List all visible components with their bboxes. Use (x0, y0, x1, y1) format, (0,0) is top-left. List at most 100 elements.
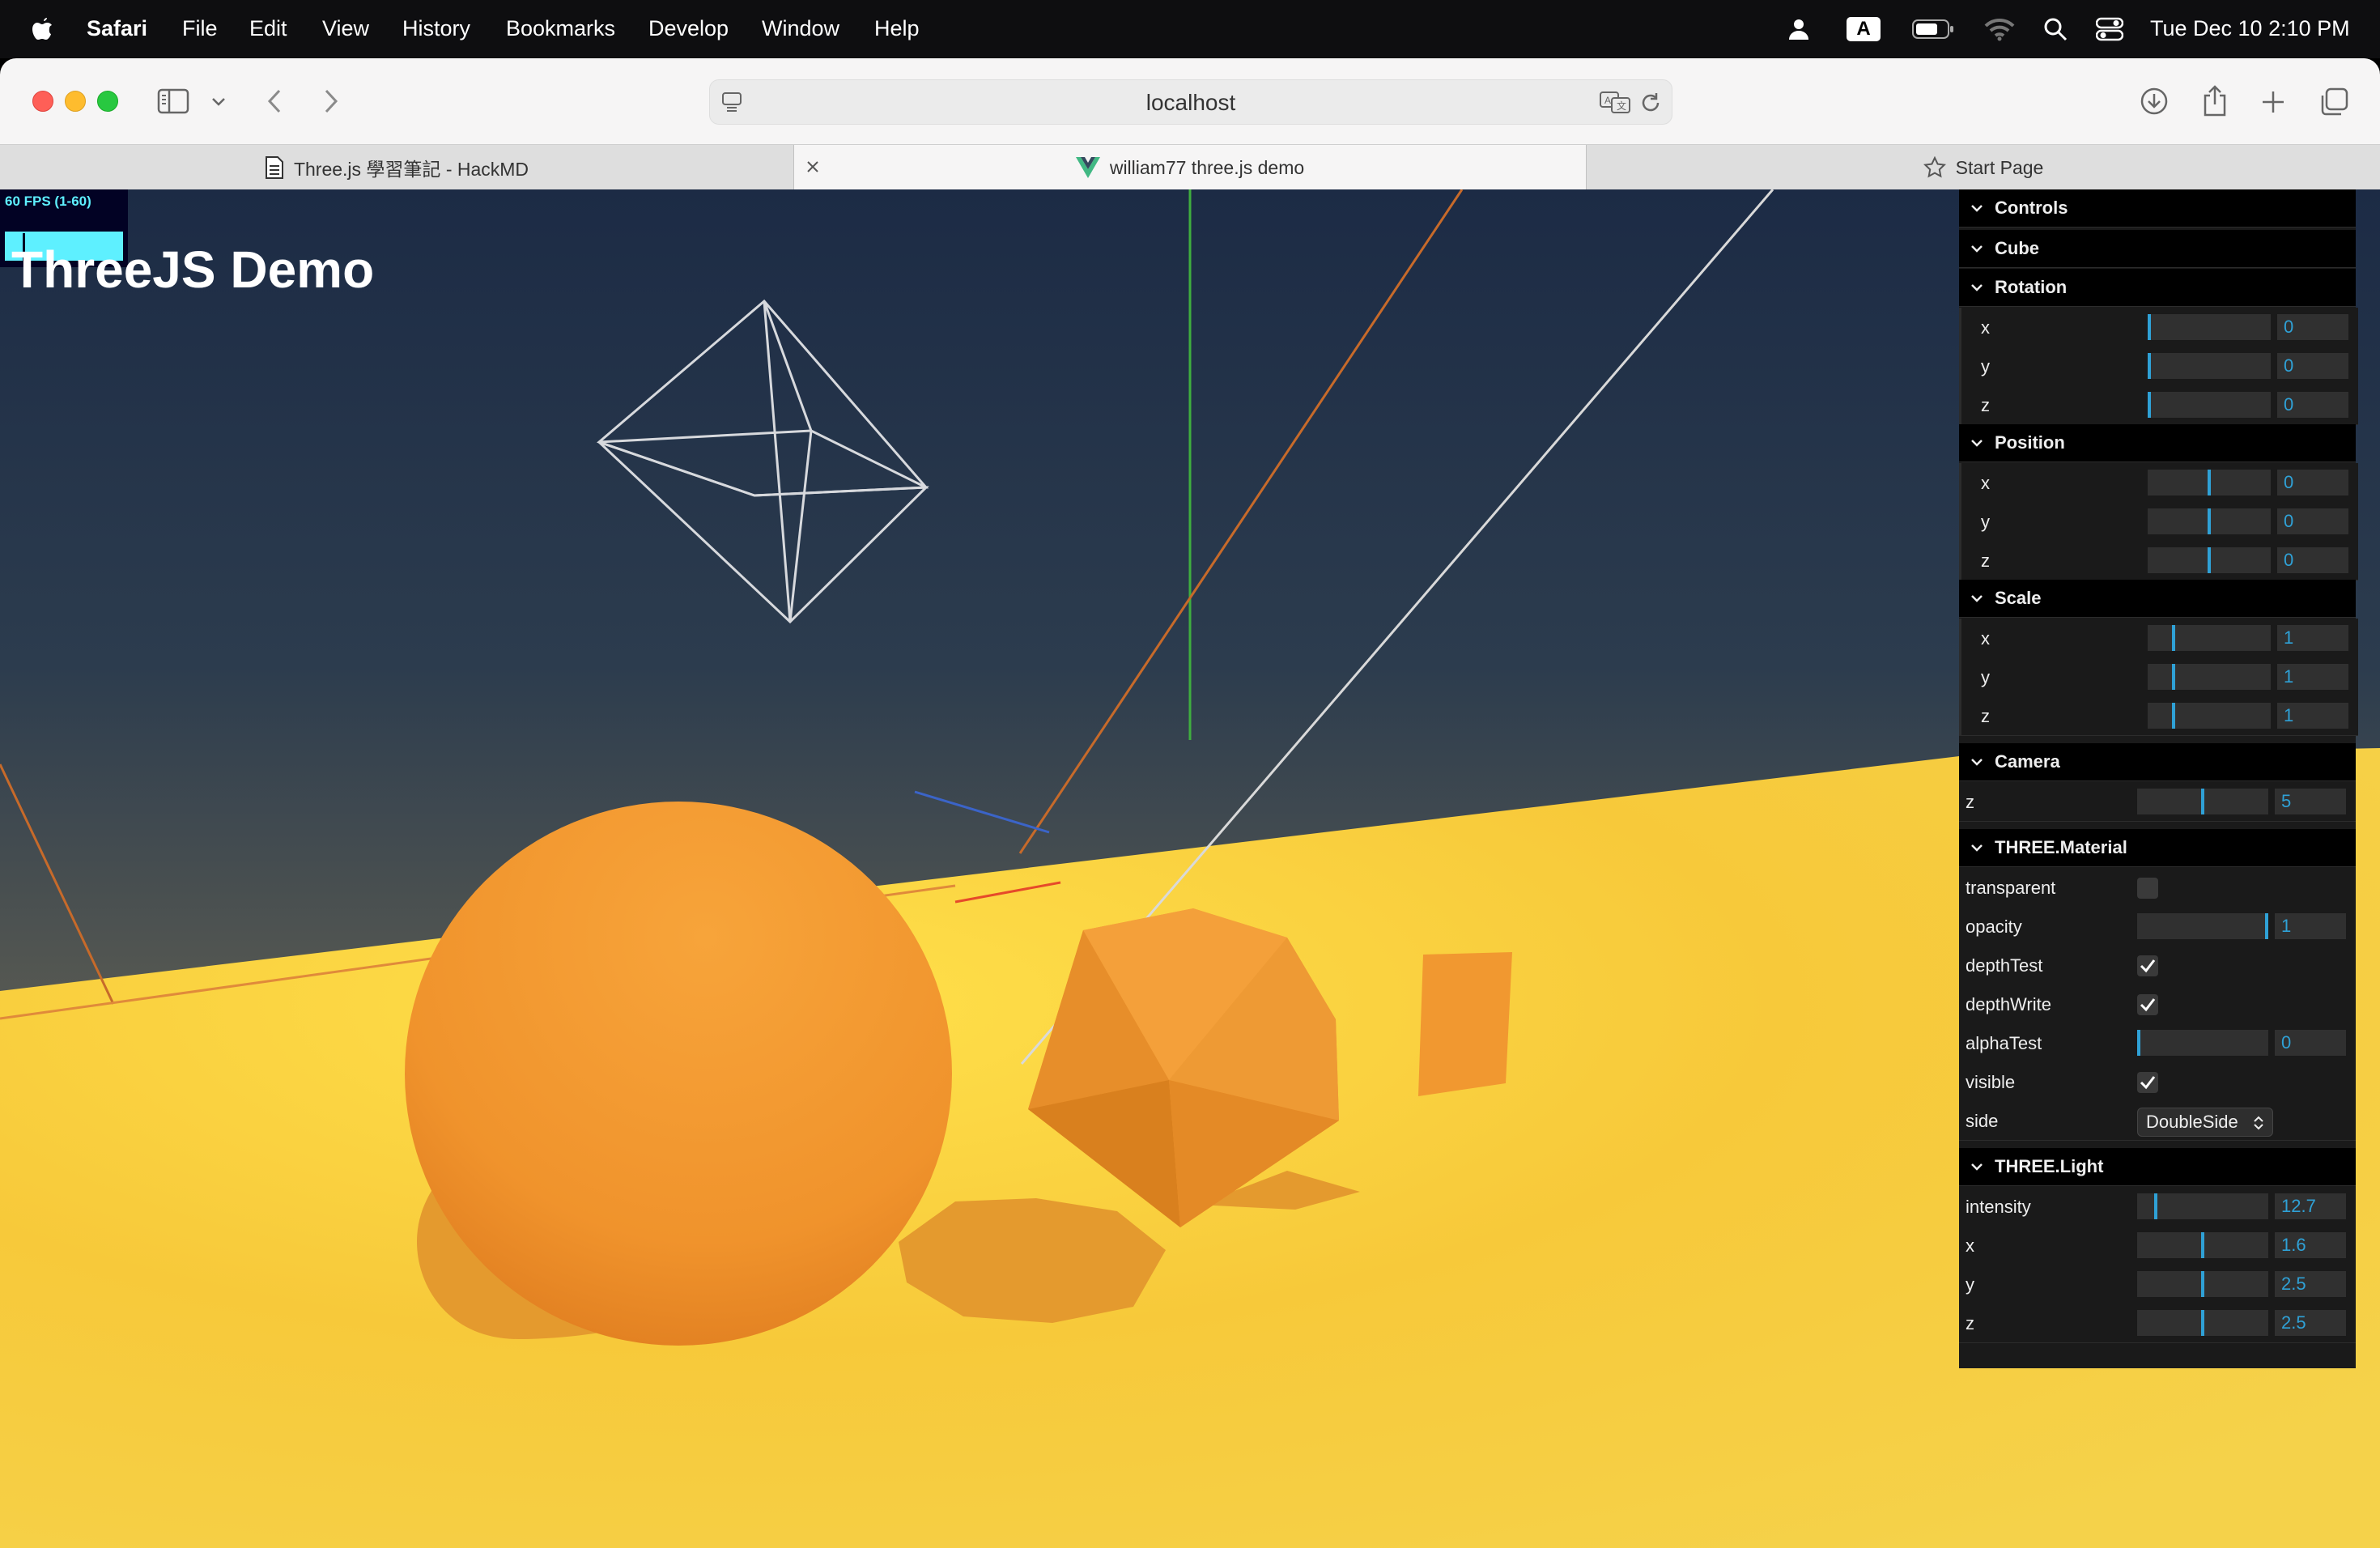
position-y-row: y 0 (1959, 502, 2358, 542)
controls-folder-header[interactable]: Controls (1959, 189, 2356, 228)
share-icon[interactable] (2199, 83, 2231, 118)
svg-text:文: 文 (1617, 100, 1626, 112)
camera-folder-header[interactable]: Camera (1959, 743, 2356, 781)
menu-view[interactable]: View (322, 16, 369, 41)
scale-y-slider[interactable] (2148, 664, 2271, 690)
chevron-down-icon (1971, 245, 1983, 253)
chevron-down-icon (1971, 759, 1983, 766)
zoom-window-button[interactable] (97, 91, 118, 112)
apple-menu-icon[interactable] (31, 13, 55, 48)
menu-help[interactable]: Help (874, 16, 920, 41)
user-icon[interactable] (1785, 15, 1813, 44)
scale-folder-header[interactable]: Scale (1959, 580, 2356, 618)
visible-checkbox[interactable] (2137, 1072, 2158, 1093)
folder-title: Cube (1995, 238, 2039, 258)
tab-label: Start Page (1955, 156, 2044, 178)
rotation-x-input[interactable]: 0 (2277, 314, 2348, 340)
translate-icon[interactable]: A文 (1599, 88, 1631, 116)
menu-bookmarks[interactable]: Bookmarks (506, 16, 615, 41)
scale-z-input[interactable]: 1 (2277, 703, 2348, 729)
rotation-y-slider[interactable] (2148, 353, 2271, 379)
slider-fill (2171, 703, 2175, 729)
url-text: localhost (1145, 90, 1236, 115)
menu-develop[interactable]: Develop (648, 16, 729, 41)
tab-start-page[interactable]: Start Page (1587, 145, 2380, 190)
scale-x-input[interactable]: 1 (2277, 625, 2348, 651)
menu-file[interactable]: File (182, 16, 218, 41)
position-y-input[interactable]: 0 (2277, 508, 2348, 534)
tab-hackmd[interactable]: Three.js 學習筆記 - HackMD (0, 145, 793, 190)
position-x-slider[interactable] (2148, 470, 2271, 495)
position-z-input[interactable]: 0 (2277, 547, 2348, 573)
wifi-icon[interactable] (1983, 15, 2016, 44)
back-arrow-icon[interactable] (261, 86, 288, 117)
rotation-y-input[interactable]: 0 (2277, 353, 2348, 379)
address-bar[interactable]: localhost A文 (709, 79, 1672, 125)
depthtest-row: depthTest (1959, 946, 2356, 985)
chevron-down-icon (1971, 595, 1983, 602)
menubar-clock[interactable]: Tue Dec 10 2:10 PM (2150, 16, 2350, 41)
position-y-slider[interactable] (2148, 508, 2271, 534)
alphatest-input[interactable]: 0 (2275, 1030, 2346, 1056)
chevron-down-icon[interactable] (209, 92, 228, 112)
light-y-label: y (1966, 1274, 1974, 1295)
reload-icon[interactable] (1638, 90, 1664, 116)
menu-app-safari[interactable]: Safari (87, 16, 147, 41)
tab-threejs-demo[interactable]: william77 three.js demo (794, 145, 1586, 190)
light-x-row: x 1.6 (1959, 1226, 2356, 1265)
menu-bar: Safari File Edit View History Bookmarks … (0, 0, 2380, 58)
cube-folder-header[interactable]: Cube (1959, 230, 2356, 268)
sidebar-toggle-icon[interactable] (155, 86, 191, 117)
intensity-slider[interactable] (2137, 1193, 2268, 1219)
input-source-icon[interactable]: A (1846, 15, 1881, 44)
menu-history[interactable]: History (402, 16, 470, 41)
scale-x-slider[interactable] (2148, 625, 2271, 651)
light-x-slider[interactable] (2137, 1232, 2268, 1258)
close-tab-icon[interactable] (802, 156, 823, 177)
position-z-slider[interactable] (2148, 547, 2271, 573)
intensity-input[interactable]: 12.7 (2275, 1193, 2346, 1219)
depthtest-checkbox[interactable] (2137, 955, 2158, 976)
rotation-folder-header[interactable]: Rotation (1959, 269, 2356, 307)
chevron-down-icon (1971, 844, 1983, 852)
opacity-slider[interactable] (2137, 913, 2268, 939)
light-z-input[interactable]: 2.5 (2275, 1310, 2346, 1336)
light-z-slider[interactable] (2137, 1310, 2268, 1336)
forward-arrow-icon[interactable] (317, 86, 345, 117)
light-folder-header[interactable]: THREE.Light (1959, 1148, 2356, 1186)
light-y-slider[interactable] (2137, 1271, 2268, 1297)
rotation-z-slider[interactable] (2148, 392, 2271, 418)
new-tab-plus-icon[interactable] (2257, 86, 2289, 118)
folder-title: THREE.Light (1995, 1156, 2104, 1176)
tab-label: william77 three.js demo (1109, 156, 1305, 178)
light-x-input[interactable]: 1.6 (2275, 1232, 2346, 1258)
scale-y-input[interactable]: 1 (2277, 664, 2348, 690)
downloads-icon[interactable] (2137, 84, 2171, 118)
opacity-input[interactable]: 1 (2275, 913, 2346, 939)
transparent-checkbox[interactable] (2137, 878, 2158, 899)
depthwrite-checkbox[interactable] (2137, 994, 2158, 1015)
scale-z-slider[interactable] (2148, 703, 2271, 729)
position-folder-header[interactable]: Position (1959, 424, 2356, 462)
side-select[interactable]: DoubleSide (2137, 1108, 2273, 1137)
spotlight-search-icon[interactable] (2042, 15, 2069, 44)
minimize-window-button[interactable] (65, 91, 86, 112)
folder-title: Rotation (1995, 277, 2068, 297)
light-y-input[interactable]: 2.5 (2275, 1271, 2346, 1297)
alphatest-slider[interactable] (2137, 1030, 2268, 1056)
camera-z-input[interactable]: 5 (2275, 789, 2346, 814)
menu-edit[interactable]: Edit (249, 16, 287, 41)
scale-y-label: y (1981, 667, 1990, 687)
material-folder-header[interactable]: THREE.Material (1959, 829, 2356, 867)
control-center-icon[interactable] (2095, 15, 2124, 44)
rotation-x-slider[interactable] (2148, 314, 2271, 340)
alphatest-row: alphaTest 0 (1959, 1023, 2356, 1063)
close-window-button[interactable] (32, 91, 53, 112)
rotation-z-input[interactable]: 0 (2277, 392, 2348, 418)
tab-overview-icon[interactable] (2317, 86, 2351, 118)
camera-z-slider[interactable] (2137, 789, 2268, 814)
position-x-input[interactable]: 0 (2277, 470, 2348, 495)
battery-icon[interactable] (1912, 15, 1954, 44)
tab-bar: Three.js 學習筆記 - HackMD william77 three.j… (0, 144, 2380, 191)
menu-window[interactable]: Window (762, 16, 839, 41)
